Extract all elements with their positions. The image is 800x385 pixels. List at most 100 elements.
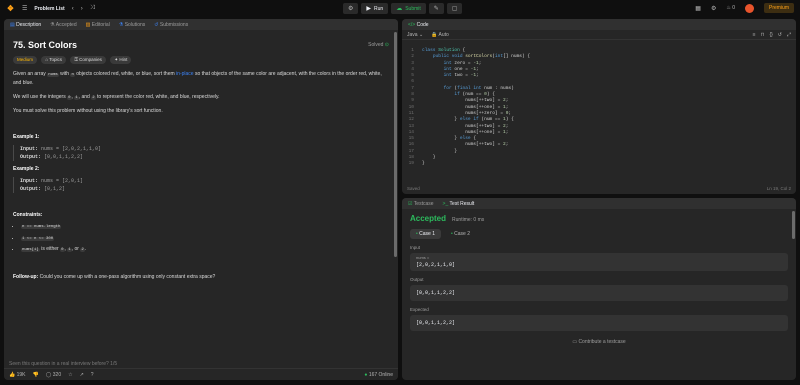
flask-icon: ⚗ [50,21,55,28]
ex2-input: nums = [2,0,1] [41,178,84,185]
tab-accepted-label: Accepted [55,21,77,28]
code-panel: </> Code Java ⌄ 🔒 Auto ≡ ⊓ {} ↺ ⤢ 123456… [402,19,796,194]
tab-test-result-label: Test Result [449,200,475,207]
tab-test-result[interactable]: >_ Test Result [443,201,475,207]
contribute-testcase[interactable]: ▭ Contribute a testcase [410,339,788,345]
constraint-1-code: n == nums.length [21,225,62,230]
input-label: Input [410,245,421,250]
hint-chip[interactable]: ✦ Hint [110,56,132,64]
input-box: nums = [2,0,2,1,1,0] [410,253,788,271]
case-2-dot-icon: • [451,231,453,237]
constraint-3-code: nums[i] [21,247,40,252]
likes-count: 19K [16,371,26,378]
case-tabs: • Case 1 • Case 2 [410,229,788,239]
streak-count: 0 [732,5,735,11]
problem-list-link[interactable]: Problem List [34,6,64,12]
debug-button[interactable]: ⚙ [343,3,359,14]
tab-testcase[interactable]: ☑ Testcase [408,201,434,207]
share-button[interactable]: ↗ [80,372,84,378]
comments-button[interactable]: ◯ 320 [46,372,61,378]
tab-submissions[interactable]: ↺ Submissions [154,22,188,28]
in-place-link[interactable]: in-place [176,71,194,77]
code-line[interactable]: } [422,161,530,167]
editor-status: Saved Ln 19, Col 2 [407,186,791,191]
fire-streak[interactable]: ♨ 0 [726,5,735,11]
checkbox-icon: ☑ [408,200,413,207]
problem-title[interactable]: 75. Sort Colors [13,38,77,52]
constraints-title: Constraints: [13,212,43,219]
submit-button[interactable]: ☁ Submit [391,3,426,14]
help-button[interactable]: ? [91,372,94,378]
tab-editorial[interactable]: ▥ Editorial [86,22,110,28]
companies-label: Companies [79,57,102,63]
difficulty-badge[interactable]: Medium [13,56,38,64]
auto-toggle[interactable]: 🔒 Auto [431,32,449,38]
tab-accepted[interactable]: ⚗ Accepted [50,22,76,28]
favorite-button[interactable]: ☆ [68,372,72,378]
layout-icon[interactable]: ▦ [695,5,701,12]
braces-icon[interactable]: {} [769,32,772,38]
tab-code[interactable]: </> Code [408,22,429,28]
input-var-name: nums = [416,255,430,260]
line-number: 19 [408,161,414,167]
next-problem-icon[interactable]: › [81,6,83,12]
code-editor[interactable]: 1 2 3 4 5 6 7 8 9 10 11 12 13 14 15 16 17 18 19 class Solu… [402,40,796,168]
like-button[interactable]: 👍 19K [9,372,26,378]
chevron-down-icon: ⌄ [418,31,424,38]
dislike-button[interactable]: 👎 [33,372,39,378]
case-2-tab[interactable]: • Case 2 [445,229,476,239]
chat-button[interactable]: ▢ [446,3,463,14]
settings-icon[interactable]: ⚙ [711,5,716,12]
ex2-output-label: Output: [20,186,42,193]
prev-problem-icon[interactable]: ‹ [72,6,74,12]
thumbs-down-icon: 👎 [32,371,39,378]
example-1-block: Input: nums = [2,0,2,1,1,0] Output: [0,0… [13,145,389,162]
leetcode-logo-icon[interactable]: ❖ [6,4,15,13]
topics-chip[interactable]: ⌂ Topics [41,56,67,64]
companies-chip[interactable]: ⚿ Companies [70,56,106,64]
result-tabs: ☑ Testcase >_ Test Result [402,198,796,209]
solved-label: Solved [368,42,384,49]
seen-in-interview: Seen this question in a real interview b… [9,361,118,367]
flask-icon: ⚗ [118,21,124,28]
tag-icon: ⌂ [45,57,49,63]
online-label: 167 Online [368,371,393,378]
p2-text-and: , and [78,93,92,100]
help-icon: ? [90,371,94,378]
align-icon[interactable]: ≡ [753,32,756,38]
reset-icon[interactable]: ↺ [778,32,782,38]
description-tabs: ▤ Description ⚗ Accepted ▥ Editorial ⚗ S… [4,19,398,30]
case-2-label: Case 2 [454,231,470,237]
example-2-title: Example 2: [13,166,40,173]
description-footer: 👍 19K 👎 ◯ 320 ☆ ↗ ? ● 167 Online [4,368,398,380]
notes-button[interactable]: ✎ [428,3,444,14]
saved-status: Saved [407,186,420,191]
avatar[interactable] [744,3,754,13]
case-1-tab[interactable]: • Case 1 [410,229,441,239]
output-label: Output [410,277,424,282]
note-icon: ✎ [433,6,439,12]
hint-label: Hint [119,57,128,63]
premium-button[interactable]: Premium [763,3,794,13]
description-scrollbar[interactable] [394,32,397,257]
p1-text-b: with [58,71,71,78]
history-icon: ↺ [154,21,159,28]
cursor-position: Ln 19, Col 2 [766,186,791,191]
follow-up-text: Could you come up with a one-pass algori… [38,274,216,281]
description-panel: ▤ Description ⚗ Accepted ▥ Editorial ⚗ S… [4,19,398,380]
constraint-3-code-2: 2 [80,247,85,252]
follow-up: Follow-up: Could you come up with a one-… [13,273,389,281]
share-icon: ↗ [79,371,84,378]
tab-solutions[interactable]: ⚗ Solutions [119,22,145,28]
constraint-3-text: is either [39,245,61,252]
language-select[interactable]: Java ⌄ [407,32,423,38]
run-button[interactable]: ▶ Run [361,3,389,14]
bookmark-icon[interactable]: ⊓ [761,32,765,38]
shuffle-icon[interactable]: ⤨ [90,5,95,12]
terminal-icon: >_ [442,200,449,207]
tab-description[interactable]: ▤ Description [10,22,41,28]
lock-icon: 🔒 [431,31,438,38]
expand-icon[interactable]: ⤢ [787,32,791,38]
result-scrollbar[interactable] [792,211,795,239]
code-content[interactable]: class Solution { public void sortColors(… [422,48,530,168]
